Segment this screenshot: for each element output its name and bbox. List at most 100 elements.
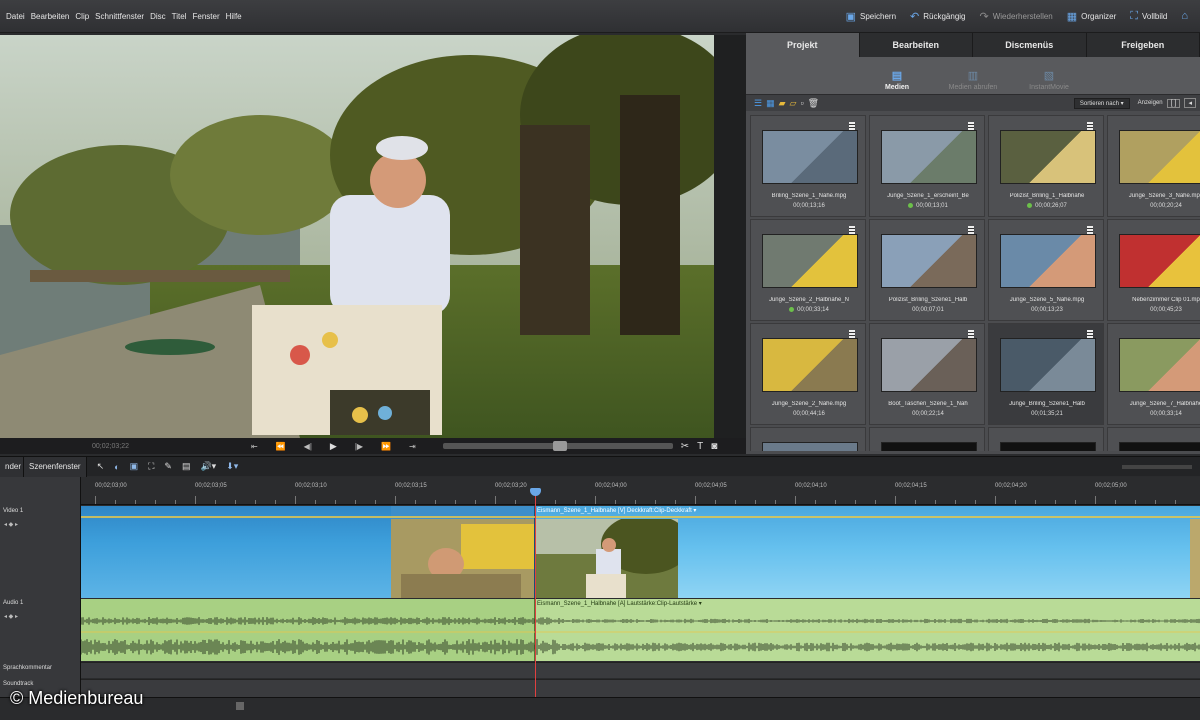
- scrub-bar[interactable]: [442, 441, 673, 451]
- media-item[interactable]: [1107, 427, 1200, 451]
- show-more-button[interactable]: ◂: [1184, 98, 1196, 108]
- menu-bar: Datei Bearbeiten Clip Schnittfenster Dis…: [0, 0, 1200, 33]
- menu-disc[interactable]: Disc: [147, 12, 169, 21]
- tab-bearbeiten[interactable]: Bearbeiten: [859, 33, 973, 57]
- play-icon[interactable]: ▶: [330, 441, 337, 452]
- opacity-line[interactable]: [81, 516, 1200, 518]
- audio-track-controls[interactable]: ◂ ◆ ▸: [4, 613, 18, 620]
- home-button[interactable]: ⌂: [1181, 10, 1192, 22]
- video-clip-previous[interactable]: [81, 506, 534, 598]
- sort-dropdown[interactable]: Sortieren nach ▾: [1073, 97, 1130, 109]
- go-to-start-icon[interactable]: ⇤: [251, 442, 258, 451]
- media-item[interactable]: [750, 427, 866, 451]
- narration-track[interactable]: [81, 662, 1200, 678]
- ruler-mark: [1115, 500, 1116, 504]
- timeline-ruler[interactable]: 00;02;03;00 00;02;03;05 00;02;03;10 00;02;0…: [81, 477, 1200, 505]
- media-icon: ▤: [891, 70, 903, 82]
- list-view-icon[interactable]: ☰: [754, 98, 762, 109]
- ruler-mark: [255, 500, 256, 504]
- media-item[interactable]: Briling_Szene_1_Nahe.mpg 00;00;13;16: [750, 115, 866, 217]
- new-item-icon[interactable]: ▫: [800, 98, 803, 108]
- media-duration-text: 00;00;33;14: [1150, 411, 1182, 417]
- panel-divider[interactable]: [714, 35, 746, 438]
- timeline-zoom-slider[interactable]: [1122, 464, 1192, 469]
- media-item[interactable]: Polizist_Briling_1_Halbnahe 00;00;26;07: [988, 115, 1104, 217]
- rewind-icon[interactable]: ⏪: [276, 442, 286, 451]
- mode-medien[interactable]: ▤ Medien: [859, 69, 935, 91]
- ruler-mark: [235, 500, 236, 504]
- ruler-mark: [515, 500, 516, 504]
- save-button[interactable]: ▣ Speichern: [846, 10, 896, 23]
- video-clip-icon: [1087, 330, 1093, 338]
- media-item[interactable]: [869, 427, 985, 451]
- step-back-icon[interactable]: ◀|: [304, 442, 312, 451]
- ruler-mark: [195, 496, 196, 504]
- fullscreen-button[interactable]: ⛶ Vollbild: [1130, 10, 1167, 23]
- media-item[interactable]: Junge_Briling_Szene1_Halb 00;01;35;21: [988, 323, 1104, 425]
- media-item[interactable]: Junge_Szene_2_Nahe.mpg 00;00;44;16: [750, 323, 866, 425]
- title-tool-icon[interactable]: T: [697, 441, 703, 452]
- video-clip-current[interactable]: Eismann_Szene_1_Halbnahe [V] Deckkraft:C…: [534, 506, 1200, 598]
- menu-hilfe[interactable]: Hilfe: [223, 12, 245, 21]
- menu-datei[interactable]: Datei: [3, 12, 28, 21]
- media-item[interactable]: Polizist_Briling_Szene1_Halb 00;00;07;01: [869, 219, 985, 321]
- media-duration: 00;00;13;01: [870, 203, 986, 209]
- media-item[interactable]: Boot_Taschen_Szene_1_Nah 00;00;22;14: [869, 323, 985, 425]
- get-media-icon: ▥: [967, 70, 979, 82]
- media-name: Junge_Szene_1_erscheint_Be: [887, 193, 969, 199]
- tab-szenenfenster[interactable]: Szenenfenster: [24, 456, 87, 477]
- media-name: Junge_Szene_2_Halbnahe_N: [768, 297, 850, 303]
- video-track-controls[interactable]: ◂ ◆ ▸: [4, 521, 18, 528]
- menu-fenster[interactable]: Fenster: [189, 12, 222, 21]
- timeline-scroll-thumb[interactable]: [236, 702, 244, 710]
- mode-medien-abrufen[interactable]: ▥ Medien abrufen: [935, 69, 1011, 91]
- step-forward-icon[interactable]: |▶: [355, 442, 363, 451]
- audio-mixer-icon[interactable]: ▤: [182, 461, 191, 472]
- media-item[interactable]: Junge_Szene_7_Halbnahe 00;00;33;14: [1107, 323, 1200, 425]
- redo-button[interactable]: ↷ Wiederherstellen: [980, 10, 1053, 23]
- go-to-end-icon[interactable]: ⇥: [409, 442, 416, 451]
- delete-icon[interactable]: 🗑: [808, 98, 819, 109]
- media-item[interactable]: Nebenzimmer Clip 01.mp 00;00;45;23: [1107, 219, 1200, 321]
- smartfix-icon[interactable]: ◐: [114, 462, 119, 472]
- tab-projekt[interactable]: Projekt: [746, 33, 860, 57]
- clip-view-icon[interactable]: ▣: [130, 461, 139, 472]
- preview-monitor[interactable]: [0, 35, 714, 438]
- add-marker-icon[interactable]: ⬇▾: [226, 461, 238, 472]
- scrub-handle[interactable]: [552, 441, 567, 451]
- undo-button[interactable]: ↶ Rückgängig: [910, 10, 965, 23]
- soundtrack-track[interactable]: [81, 679, 1200, 697]
- snapshot-icon[interactable]: ◙: [711, 441, 717, 452]
- menu-titel[interactable]: Titel: [169, 12, 190, 21]
- tab-discmenues[interactable]: Discmenüs: [973, 33, 1087, 57]
- media-thumbnail: [1119, 442, 1200, 451]
- menu-schnittfenster[interactable]: Schnittfenster: [92, 12, 147, 21]
- grid-view-icon[interactable]: ▦: [766, 98, 775, 109]
- show-filter-button[interactable]: [ ]: [1166, 98, 1181, 108]
- project-modes: ▤ Medien ▥ Medien abrufen ▧ InstantMovie: [746, 57, 1200, 94]
- folder-up-icon[interactable]: ▱: [790, 98, 797, 109]
- fast-forward-icon[interactable]: ⏩: [381, 442, 391, 451]
- menu-clip[interactable]: Clip: [72, 12, 92, 21]
- tab-freigeben[interactable]: Freigeben: [1086, 33, 1200, 57]
- mode-instantmovie-label: InstantMovie: [1029, 84, 1069, 91]
- ruler-mark: [755, 500, 756, 504]
- mode-instantmovie[interactable]: ▧ InstantMovie: [1011, 69, 1087, 91]
- ruler-mark: [375, 500, 376, 504]
- tab-schnittfenster[interactable]: nder: [0, 456, 24, 477]
- media-item[interactable]: [988, 427, 1104, 451]
- media-item[interactable]: Junge_Szene_3_Nahe.mpg 00;00;20;24: [1107, 115, 1200, 217]
- menu-bearbeiten[interactable]: Bearbeiten: [28, 12, 73, 21]
- split-clip-icon[interactable]: ✂: [681, 441, 689, 452]
- media-item[interactable]: Junge_Szene_5_Nahe.mpg 00;00;13;23: [988, 219, 1104, 321]
- media-thumbnail: [881, 234, 977, 288]
- marker-tool-icon[interactable]: ✎: [164, 461, 172, 472]
- timeline-scrollbar[interactable]: [0, 697, 1200, 720]
- media-item[interactable]: Junge_Szene_2_Halbnahe_N 00;00;33;14: [750, 219, 866, 321]
- organizer-button[interactable]: ▦ Organizer: [1067, 10, 1117, 23]
- select-tool-icon[interactable]: ↖: [97, 461, 105, 472]
- new-folder-icon[interactable]: ▰: [779, 98, 786, 109]
- movie-icon[interactable]: ⛶: [148, 461, 154, 472]
- media-item[interactable]: Junge_Szene_1_erscheint_Be 00;00;13;01: [869, 115, 985, 217]
- volume-icon[interactable]: 🔊▾: [200, 461, 216, 472]
